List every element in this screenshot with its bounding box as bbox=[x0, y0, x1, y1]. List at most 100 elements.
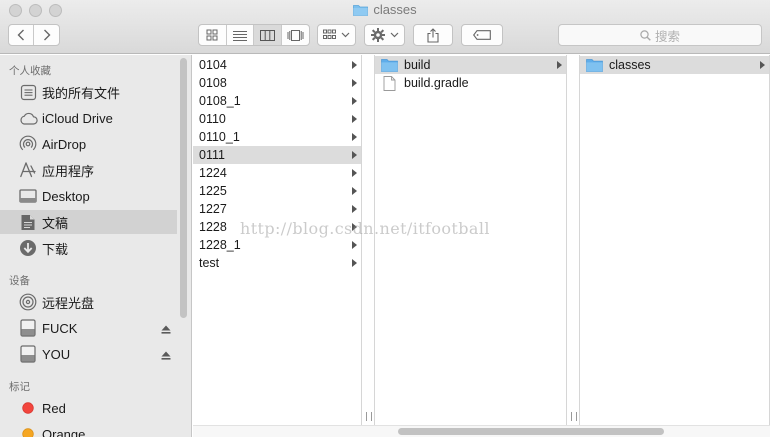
sidebar-item-label: AirDrop bbox=[42, 136, 87, 152]
disclosure-arrow-icon bbox=[352, 61, 357, 69]
sidebar-item-applications[interactable]: 应用程序 bbox=[0, 158, 177, 182]
disclosure-arrow-icon bbox=[352, 259, 357, 267]
sidebar-item-airdrop[interactable]: AirDrop bbox=[0, 132, 177, 156]
chevron-down-icon bbox=[341, 32, 350, 38]
column-3: classes bbox=[580, 55, 770, 425]
sidebar-item-desktop[interactable]: Desktop bbox=[0, 184, 177, 208]
coverflow-view-button[interactable] bbox=[282, 25, 309, 45]
sidebar-item-label: Red bbox=[42, 400, 66, 416]
folder-name: 1224 bbox=[199, 166, 227, 180]
folder-row-1228-1[interactable]: 1228_1 bbox=[193, 236, 361, 254]
disclosure-arrow-icon bbox=[352, 115, 357, 123]
folder-name: classes bbox=[609, 58, 651, 72]
folder-row-0110[interactable]: 0110 bbox=[193, 110, 361, 128]
folder-row-build[interactable]: build bbox=[375, 56, 566, 74]
arrange-button[interactable] bbox=[317, 24, 356, 46]
eject-icon[interactable] bbox=[161, 323, 171, 337]
sidebar-item-label: FUCK bbox=[42, 320, 78, 336]
sidebar-item-all-files[interactable]: 我的所有文件 bbox=[0, 80, 177, 104]
folder-row-0104[interactable]: 0104 bbox=[193, 56, 361, 74]
sidebar-item-drive-you[interactable]: YOU bbox=[0, 342, 177, 366]
forward-button[interactable] bbox=[34, 25, 59, 45]
column-1: 0104 0108 0108_1 0110 0110_1 0111 1224 1… bbox=[193, 55, 362, 425]
folder-row-1225[interactable]: 1225 bbox=[193, 182, 361, 200]
horizontal-scrollbar[interactable] bbox=[193, 425, 770, 437]
sidebar-item-remote-disc[interactable]: 远程光盘 bbox=[0, 290, 177, 314]
chevron-down-icon bbox=[390, 32, 398, 38]
column-resize-handle[interactable] bbox=[571, 412, 577, 421]
chevron-left-icon bbox=[17, 29, 24, 41]
sidebar-item-label: 下载 bbox=[42, 241, 69, 257]
disclosure-arrow-icon bbox=[352, 79, 357, 87]
arrange-grid-icon bbox=[323, 29, 336, 39]
folder-row-classes[interactable]: classes bbox=[580, 56, 769, 74]
folder-row-0108[interactable]: 0108 bbox=[193, 74, 361, 92]
folder-name: build bbox=[404, 58, 431, 72]
column-resize-handle[interactable] bbox=[366, 412, 372, 421]
list-view-button[interactable] bbox=[227, 25, 254, 45]
sidebar-item-label: 我的所有文件 bbox=[42, 85, 121, 101]
sidebar-item-label: iCloud Drive bbox=[42, 110, 113, 126]
cloud-icon bbox=[17, 112, 39, 125]
disclosure-arrow-icon bbox=[352, 241, 357, 249]
folder-row-test[interactable]: test bbox=[193, 254, 361, 272]
sidebar-item-label: Orange bbox=[42, 426, 86, 437]
folder-name: 1227 bbox=[199, 202, 227, 216]
folder-icon bbox=[381, 58, 398, 72]
icon-view-button[interactable] bbox=[199, 25, 227, 45]
column-view-button[interactable] bbox=[254, 25, 282, 45]
sidebar-item-icloud-drive[interactable]: iCloud Drive bbox=[0, 106, 177, 130]
sidebar-scrollbar[interactable] bbox=[180, 58, 187, 318]
disclosure-arrow-icon bbox=[557, 61, 562, 69]
sidebar-item-drive-fuck[interactable]: FUCK bbox=[0, 316, 177, 340]
folder-row-0111[interactable]: 0111 bbox=[193, 146, 361, 164]
sidebar-item-downloads[interactable]: 下载 bbox=[0, 236, 177, 260]
desktop-icon bbox=[17, 189, 39, 203]
action-button[interactable] bbox=[364, 24, 405, 46]
orange-tag-dot-icon bbox=[17, 428, 39, 437]
disclosure-arrow-icon bbox=[352, 205, 357, 213]
drive-icon bbox=[17, 319, 39, 337]
disclosure-arrow-icon bbox=[760, 61, 765, 69]
sidebar-item-label: 应用程序 bbox=[42, 163, 95, 179]
sidebar-item-documents[interactable]: 文稿 bbox=[0, 210, 177, 234]
disclosure-arrow-icon bbox=[352, 223, 357, 231]
folder-name: 1228 bbox=[199, 220, 227, 234]
airdrop-icon bbox=[17, 135, 39, 153]
sidebar-item-label: 文稿 bbox=[42, 215, 69, 231]
folder-row-1228[interactable]: 1228 bbox=[193, 218, 361, 236]
eject-icon[interactable] bbox=[161, 349, 171, 363]
folder-row-1227[interactable]: 1227 bbox=[193, 200, 361, 218]
window-toolbar: classes 搜索 bbox=[0, 0, 770, 54]
column-2-resize-area bbox=[567, 55, 580, 425]
sidebar-item-tag-orange[interactable]: Orange bbox=[0, 422, 177, 437]
search-icon bbox=[640, 29, 651, 41]
remote-disc-icon bbox=[17, 293, 39, 311]
tag-icon bbox=[473, 30, 491, 40]
folder-row-0110-1[interactable]: 0110_1 bbox=[193, 128, 361, 146]
folder-name: 0104 bbox=[199, 58, 227, 72]
folder-row-0108-1[interactable]: 0108_1 bbox=[193, 92, 361, 110]
search-field[interactable]: 搜索 bbox=[558, 24, 762, 46]
tags-button[interactable] bbox=[461, 24, 503, 46]
sidebar-item-label: YOU bbox=[42, 346, 71, 362]
view-mode-control bbox=[198, 24, 310, 46]
folder-name: 1228_1 bbox=[199, 238, 241, 252]
grid-icon bbox=[206, 29, 218, 41]
sidebar: 个人收藏 我的所有文件 iCloud Drive AirDrop 应用程序 De… bbox=[0, 55, 192, 437]
folder-name: 0111 bbox=[199, 148, 225, 162]
columns-icon bbox=[259, 29, 275, 41]
search-placeholder: 搜索 bbox=[654, 29, 680, 44]
applications-icon bbox=[17, 161, 39, 179]
folder-row-1224[interactable]: 1224 bbox=[193, 164, 361, 182]
horizontal-scroll-thumb[interactable] bbox=[398, 428, 664, 435]
disclosure-arrow-icon bbox=[352, 97, 357, 105]
back-button[interactable] bbox=[9, 25, 35, 45]
folder-icon bbox=[353, 4, 369, 19]
file-row-build-gradle[interactable]: build.gradle bbox=[375, 74, 566, 92]
navigation-buttons bbox=[8, 24, 60, 46]
share-icon bbox=[427, 27, 439, 43]
sidebar-item-tag-red[interactable]: Red bbox=[0, 396, 177, 420]
disclosure-arrow-icon bbox=[352, 169, 357, 177]
share-button[interactable] bbox=[413, 24, 453, 46]
